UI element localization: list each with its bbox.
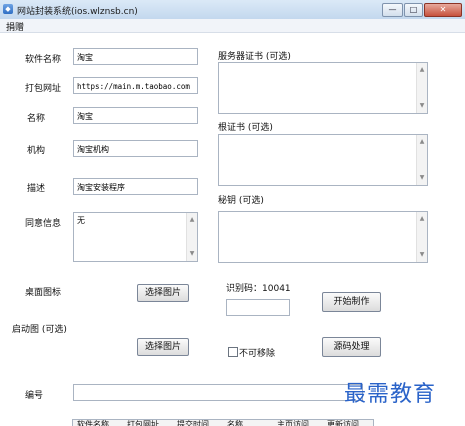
secret-key-scrollbar[interactable]: ▲ ▼ xyxy=(416,212,427,262)
id-code-input[interactable] xyxy=(226,299,290,316)
name-input[interactable]: 淘宝 xyxy=(73,107,198,124)
minimize-button[interactable]: — xyxy=(382,3,403,17)
number-label: 编号 xyxy=(25,391,44,401)
window-title: 网站封装系统(ios.wlznsb.cn) xyxy=(17,7,138,17)
consent-label: 同意信息 xyxy=(25,219,62,229)
consent-text: 无 xyxy=(77,216,85,225)
server-cert-scrollbar[interactable]: ▲ ▼ xyxy=(416,63,427,113)
non-removable-checkbox[interactable] xyxy=(228,347,238,357)
menu-bar: 捐赠 xyxy=(0,19,465,33)
software-name-label: 软件名称 xyxy=(25,55,62,65)
title-bar: ◆ 网站封装系统(ios.wlznsb.cn) — □ ✕ xyxy=(0,0,465,20)
software-name-input[interactable]: 淘宝 xyxy=(73,48,198,65)
id-code-prefix: 识别码： xyxy=(226,284,263,294)
secret-key-label: 秘钥 (可选) xyxy=(218,196,264,206)
scroll-down-icon[interactable]: ▼ xyxy=(187,249,197,259)
window-controls: — □ ✕ xyxy=(382,3,462,17)
close-button[interactable]: ✕ xyxy=(424,3,462,17)
launch-image-label: 启动图 (可选) xyxy=(12,325,67,335)
package-url-input[interactable]: https://main.m.taobao.com xyxy=(73,77,198,94)
root-cert-scrollbar[interactable]: ▲ ▼ xyxy=(416,135,427,185)
scroll-down-icon[interactable]: ▼ xyxy=(417,173,427,183)
name-label: 名称 xyxy=(27,114,46,124)
choose-desktop-icon-button[interactable]: 选择图片 xyxy=(137,284,189,302)
non-removable-label: 不可移除 xyxy=(239,349,276,359)
source-process-button[interactable]: 源码处理 xyxy=(322,337,381,357)
scroll-down-icon[interactable]: ▼ xyxy=(417,101,427,111)
maximize-button[interactable]: □ xyxy=(404,3,423,17)
desktop-icon-label: 桌面图标 xyxy=(25,288,62,298)
secret-key-textarea[interactable]: ▲ ▼ xyxy=(218,211,428,263)
menu-item-donate[interactable]: 捐赠 xyxy=(6,20,24,33)
start-make-button[interactable]: 开始制作 xyxy=(322,292,381,312)
server-cert-label: 服务器证书 (可选) xyxy=(218,52,291,62)
scroll-up-icon[interactable]: ▲ xyxy=(417,65,427,75)
app-icon: ◆ xyxy=(3,4,13,14)
desc-label: 描述 xyxy=(27,184,46,194)
package-url-label: 打包网址 xyxy=(25,84,62,94)
number-input[interactable] xyxy=(73,384,363,401)
scroll-up-icon[interactable]: ▲ xyxy=(417,214,427,224)
choose-launch-image-button[interactable]: 选择图片 xyxy=(137,338,189,356)
consent-scrollbar[interactable]: ▲ ▼ xyxy=(186,213,197,261)
id-code-value: 10041 xyxy=(262,284,291,294)
id-code-label: 识别码：10041 xyxy=(226,281,291,294)
desc-input[interactable]: 淘宝安装程序 xyxy=(73,178,198,195)
scroll-down-icon[interactable]: ▼ xyxy=(417,250,427,260)
scroll-up-icon[interactable]: ▲ xyxy=(417,137,427,147)
consent-textarea[interactable]: 无 ▲ ▼ xyxy=(73,212,198,262)
watermark-text: 最需教育 xyxy=(344,382,437,407)
root-cert-textarea[interactable]: ▲ ▼ xyxy=(218,134,428,186)
root-cert-label: 根证书 (可选) xyxy=(218,123,273,133)
server-cert-textarea[interactable]: ▲ ▼ xyxy=(218,62,428,114)
org-label: 机构 xyxy=(27,146,46,156)
scroll-up-icon[interactable]: ▲ xyxy=(187,215,197,225)
org-input[interactable]: 淘宝机构 xyxy=(73,140,198,157)
